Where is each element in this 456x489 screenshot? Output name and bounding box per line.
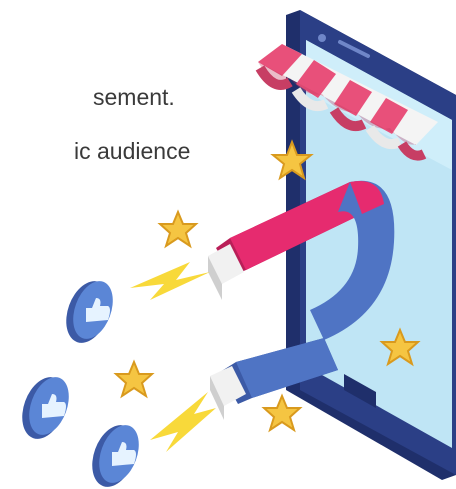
marketing-illustration [22,10,456,487]
lightning-icon [130,262,216,452]
